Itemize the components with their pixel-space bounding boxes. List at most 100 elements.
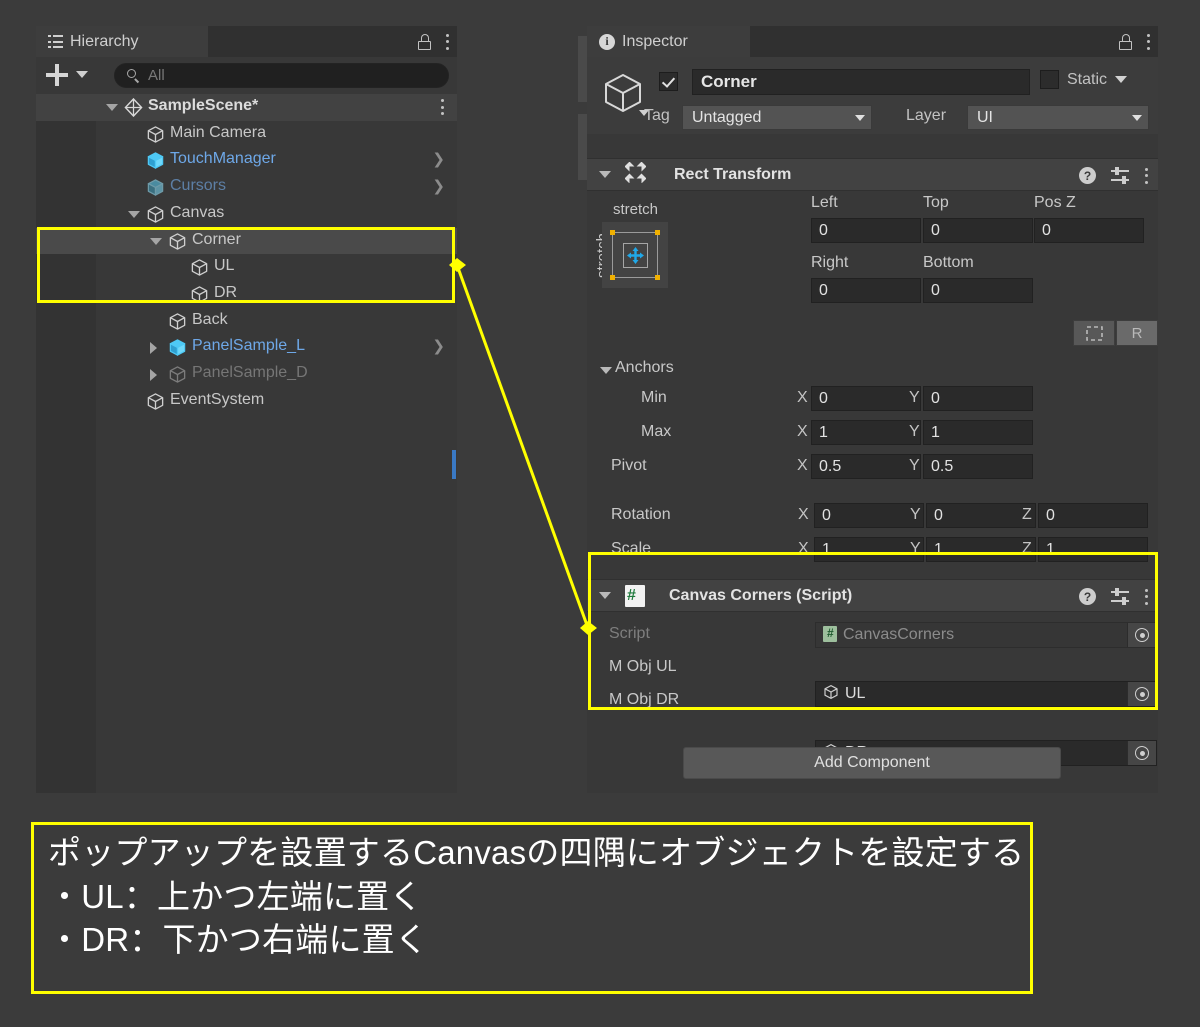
foldout-arrow-icon[interactable]	[150, 237, 162, 245]
chevron-down-icon	[855, 114, 865, 121]
add-component-button[interactable]: Add Component	[683, 747, 1061, 779]
search-input[interactable]: All	[114, 63, 449, 88]
preset-icon[interactable]	[1111, 167, 1129, 184]
caption-line-2: ・UL：上かつ左端に置く	[48, 877, 423, 915]
move-arrows-icon	[627, 247, 644, 264]
object-enabled-checkbox[interactable]	[659, 72, 678, 91]
kebab-menu-icon[interactable]	[1144, 167, 1148, 184]
object-name-field[interactable]: Corner	[692, 69, 1030, 95]
lock-icon[interactable]	[1119, 33, 1132, 50]
anchors-label: Anchors	[615, 359, 674, 376]
blueprint-mode-button[interactable]	[1073, 320, 1115, 346]
hierarchy-item-canvas[interactable]: Canvas	[36, 201, 457, 228]
prefab-open-chevron-icon[interactable]: ❯	[432, 177, 445, 195]
help-icon[interactable]: ?	[1079, 588, 1096, 605]
foldout-arrow-icon[interactable]	[599, 171, 611, 178]
inspector-tabbar-actions	[1119, 26, 1150, 57]
create-dropdown-caret-icon[interactable]	[76, 71, 88, 78]
foldout-arrow-icon[interactable]	[128, 210, 140, 218]
caption-box: ポップアップを設置するCanvasの四隅にオブジェクトを設定する ・UL：上かつ…	[31, 822, 1033, 994]
layer-dropdown[interactable]: UI	[967, 105, 1149, 130]
rect-field-bottom[interactable]: 0	[923, 278, 1033, 303]
anchors-foldout-icon[interactable]	[600, 367, 612, 374]
rect-field-right[interactable]: 0	[811, 278, 921, 303]
hierarchy-item-eventsystem[interactable]: EventSystem	[36, 388, 457, 415]
help-icon[interactable]: ?	[1079, 167, 1096, 184]
hierarchy-item-label: PanelSample_L	[192, 337, 305, 355]
object-picker-button[interactable]	[1127, 741, 1156, 765]
prefab-open-chevron-icon[interactable]: ❯	[432, 150, 445, 168]
script-field-label: M Obj UL	[609, 658, 677, 675]
rect-field-pos-z[interactable]: 0	[1034, 218, 1144, 243]
hierarchy-item-panelsample-d[interactable]: PanelSample_D	[36, 361, 457, 388]
info-icon: i	[599, 33, 615, 50]
search-icon	[127, 69, 140, 82]
hierarchy-item-cursors[interactable]: Cursors ❯	[36, 174, 457, 201]
prefab-open-chevron-icon[interactable]: ❯	[432, 337, 445, 355]
scale-y[interactable]: 1	[926, 537, 1036, 562]
axis-label: Y	[909, 423, 920, 440]
hierarchy-item-samplescene[interactable]: SampleScene*	[36, 94, 457, 121]
canvas-corners-header[interactable]: # Canvas Corners (Script) ?	[587, 579, 1158, 612]
rect-field-label: Right	[811, 254, 849, 271]
rotation-y[interactable]: 0	[926, 503, 1036, 528]
kebab-menu-icon[interactable]	[445, 33, 449, 50]
hierarchy-item-ul[interactable]: UL	[36, 254, 457, 281]
hierarchy-scroll-indicator[interactable]	[452, 450, 456, 479]
tab-hierarchy[interactable]: Hierarchy	[36, 26, 208, 57]
anchor-row-label: Max	[641, 423, 672, 440]
hierarchy-item-label: SampleScene*	[148, 97, 259, 114]
hierarchy-item-label: Main Camera	[170, 123, 267, 141]
axis-label: X	[797, 389, 808, 406]
kebab-menu-icon[interactable]	[440, 99, 444, 115]
hierarchy-item-back[interactable]: Back	[36, 308, 457, 335]
object-field-script[interactable]: # CanvasCorners	[815, 622, 1157, 648]
rect-transform-header[interactable]: Rect Transform ?	[587, 158, 1158, 191]
tag-dropdown[interactable]: Untagged	[682, 105, 872, 130]
object-picker-button[interactable]	[1127, 623, 1156, 647]
object-field-m-obj-ul[interactable]: UL	[815, 681, 1157, 707]
hierarchy-item-panelsample-l[interactable]: PanelSample_L ❯	[36, 334, 457, 361]
scale-z[interactable]: 1	[1038, 537, 1148, 562]
hierarchy-item-label: EventSystem	[170, 390, 265, 408]
foldout-arrow-icon[interactable]	[599, 592, 611, 599]
lock-icon[interactable]	[418, 33, 431, 50]
tab-inspector[interactable]: i Inspector	[587, 26, 750, 57]
object-picker-button[interactable]	[1127, 682, 1156, 706]
hierarchy-item-dr[interactable]: DR	[36, 281, 457, 308]
hierarchy-item-corner[interactable]: Corner	[36, 227, 457, 254]
axis-label: X	[798, 540, 809, 557]
canvas-corners-title: Canvas Corners (Script)	[669, 586, 853, 604]
anchor-max-y[interactable]: 1	[923, 420, 1033, 445]
anchor-max-x[interactable]: 1	[811, 420, 921, 445]
foldout-arrow-icon[interactable]	[150, 341, 157, 354]
gameobject-cube-icon	[168, 312, 187, 331]
hierarchy-item-main-camera[interactable]: Main Camera	[36, 121, 457, 148]
rotation-x[interactable]: 0	[814, 503, 924, 528]
static-dropdown-caret-icon[interactable]	[1115, 76, 1128, 83]
foldout-arrow-icon[interactable]	[106, 104, 118, 111]
scale-x[interactable]: 1	[814, 537, 924, 562]
anchor-pivot-y[interactable]: 0.5	[923, 454, 1033, 479]
rect-field-left[interactable]: 0	[811, 218, 921, 243]
rect-field-top[interactable]: 0	[923, 218, 1033, 243]
anchor-min-y[interactable]: 0	[923, 386, 1033, 411]
rect-transform-title: Rect Transform	[674, 165, 792, 183]
anchor-min-x[interactable]: 0	[811, 386, 921, 411]
kebab-menu-icon[interactable]	[1144, 588, 1148, 605]
hierarchy-item-touchmanager[interactable]: TouchManager ❯	[36, 147, 457, 174]
kebab-menu-icon[interactable]	[1146, 33, 1150, 50]
preset-icon[interactable]	[1111, 588, 1129, 605]
rect-transform-icon	[624, 161, 647, 188]
static-checkbox[interactable]	[1040, 70, 1059, 89]
axis-label: Z	[1022, 506, 1032, 523]
create-object-button[interactable]	[46, 64, 68, 86]
hierarchy-tree[interactable]: SampleScene* Main Camera TouchManager ❯ Curs…	[36, 94, 457, 793]
hierarchy-list-icon	[48, 35, 63, 48]
raw-edit-button[interactable]: R	[1116, 320, 1158, 346]
foldout-arrow-icon[interactable]	[150, 368, 157, 381]
rotation-z[interactable]: 0	[1038, 503, 1148, 528]
anchor-pivot-x[interactable]: 0.5	[811, 454, 921, 479]
anchor-preset-widget[interactable]	[602, 222, 668, 288]
axis-label: X	[798, 506, 809, 523]
